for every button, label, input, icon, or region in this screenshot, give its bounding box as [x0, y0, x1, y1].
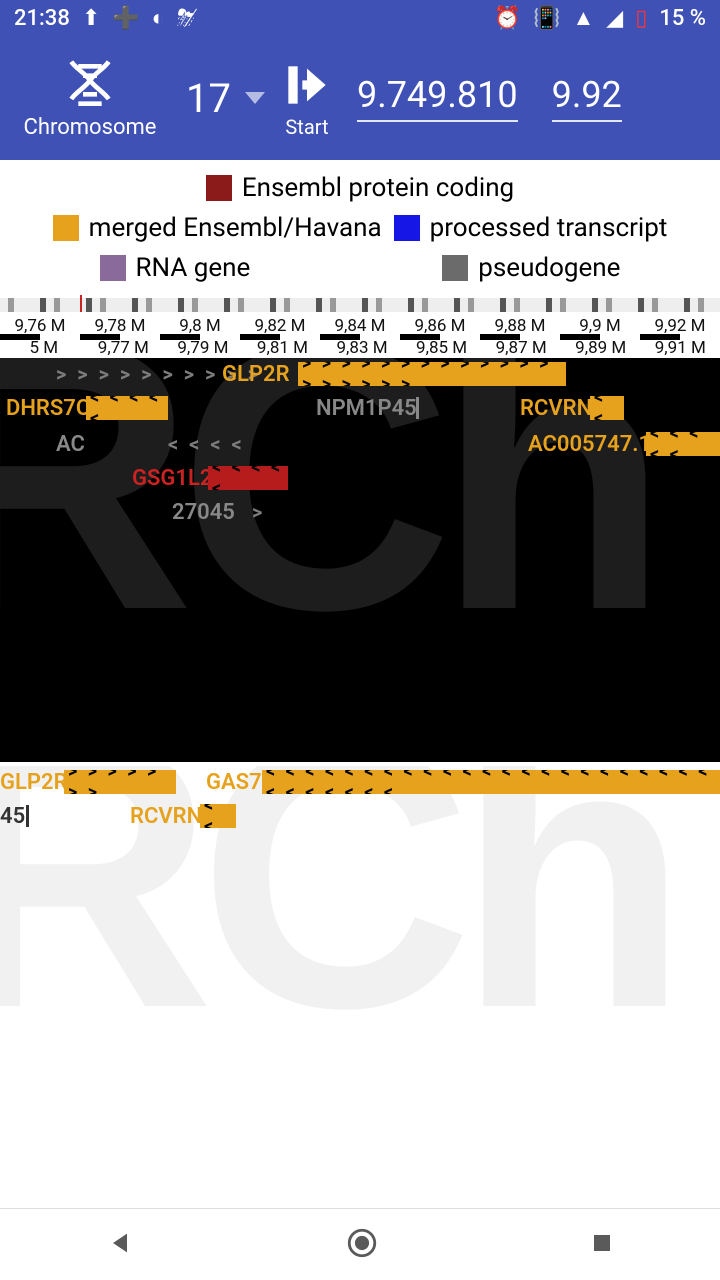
- gene-element[interactable]: < <: [200, 804, 236, 828]
- start-label: Start: [285, 115, 328, 139]
- gene-element[interactable]: < < < < < < < < < < < < < < < < < < < < …: [262, 770, 720, 794]
- no-cloud-icon: ⛈̸: [177, 6, 195, 31]
- gene-element[interactable]: 45: [0, 804, 25, 829]
- gene-element[interactable]: < < < < <: [208, 466, 288, 490]
- start-input[interactable]: 9.749.810: [357, 74, 518, 122]
- gene-element[interactable]: < <: [590, 396, 624, 420]
- gene-track-top[interactable]: RCh > > > > > > > > > >GLP2R> > > > > > …: [0, 358, 720, 762]
- battery-percent: 15 %: [659, 6, 706, 31]
- axis-tick: 9,91 M: [641, 338, 720, 358]
- firefox-icon: ◐: [152, 5, 165, 31]
- gene-element[interactable]: GAS7: [206, 770, 262, 795]
- chevron-down-icon: [245, 92, 265, 104]
- alarm-icon: ⏰: [494, 6, 521, 31]
- axis-tick: 9,76 M: [0, 316, 80, 336]
- chromosome-selector[interactable]: 17: [186, 75, 265, 122]
- axis-tick: 9,84 M: [320, 316, 400, 336]
- swatch-pseudo: [442, 255, 468, 281]
- axis-tick: 9,85 M: [402, 338, 482, 358]
- wifi-icon: ▲: [573, 5, 595, 31]
- swatch-processed: [394, 215, 420, 241]
- axis-tick: 9,92 M: [640, 316, 720, 336]
- app-bar: Chromosome 17 Start 9.749.810 9.92: [0, 36, 720, 160]
- gene-element[interactable]: 27045: [172, 500, 235, 525]
- axis-tick: 9,87 M: [481, 338, 561, 358]
- dna-icon: [62, 57, 118, 113]
- gene-element[interactable]: [416, 397, 419, 419]
- swatch-rna: [100, 255, 126, 281]
- gene-element[interactable]: GSG1L2: [132, 466, 212, 491]
- legend: Ensembl protein coding merged Ensembl/Ha…: [0, 160, 720, 296]
- gene-track-bottom[interactable]: RCh GLP2R> > > > > > >GAS7< < < < < < < …: [0, 766, 720, 1156]
- goto-start-icon[interactable]: [279, 57, 335, 113]
- gene-element[interactable]: NPM1P45: [316, 396, 417, 421]
- gene-element[interactable]: > > > > > > > > > > > > > > > > > > >: [298, 362, 566, 386]
- clock: 21:38: [14, 6, 70, 31]
- axis-tick: 9,9 M: [560, 316, 640, 336]
- gene-element[interactable]: < < < < <: [86, 396, 168, 420]
- gene-element[interactable]: GLP2R: [222, 362, 290, 387]
- vibrate-icon: 📳: [533, 6, 560, 31]
- chromosome-value: 17: [186, 75, 231, 122]
- upload-icon: ⬆: [82, 6, 100, 31]
- axis-tick: 9,81 M: [243, 338, 323, 358]
- axis-tick: 9,86 M: [400, 316, 480, 336]
- back-button[interactable]: [106, 1229, 134, 1261]
- axis-tick: 9,88 M: [480, 316, 560, 336]
- swatch-merged: [53, 215, 79, 241]
- gene-element[interactable]: < < < <: [168, 432, 245, 456]
- battery-icon: ▯: [635, 6, 647, 31]
- swatch-ensembl: [206, 175, 232, 201]
- axis-tick: 5 M: [4, 338, 84, 358]
- gene-element[interactable]: AC005747.1: [528, 432, 651, 457]
- signal-icon: ◢: [606, 6, 623, 31]
- axis-tick: 9,77 M: [84, 338, 164, 358]
- axis-tick: 9,89 M: [561, 338, 641, 358]
- end-input[interactable]: 9.92: [552, 74, 622, 122]
- home-button[interactable]: [345, 1226, 379, 1264]
- axis-tick: 9,78 M: [80, 316, 160, 336]
- gene-element[interactable]: [26, 805, 29, 827]
- gene-element[interactable]: AC: [56, 432, 85, 457]
- gene-element[interactable]: >: [252, 500, 265, 524]
- android-status-bar: 21:38 ⬆ ➕ ◐ ⛈̸ ⏰ 📳 ▲ ◢ ▯ 15 %: [0, 0, 720, 36]
- recents-button[interactable]: [590, 1231, 614, 1259]
- axis-tick: 9,82 M: [240, 316, 320, 336]
- gene-element[interactable]: RCVRN: [520, 396, 592, 421]
- axis-tick: 9,8 M: [160, 316, 240, 336]
- battery-plus-icon: ➕: [112, 6, 139, 31]
- gene-element[interactable]: > > > > > > >: [64, 770, 176, 794]
- android-navbar: [0, 1208, 720, 1280]
- gene-element[interactable]: DHRS7C: [6, 396, 90, 421]
- gene-element[interactable]: GLP2R: [0, 770, 68, 795]
- axis-tick: 9,83 M: [322, 338, 402, 358]
- chromosome-label: Chromosome: [24, 115, 157, 140]
- ideogram[interactable]: [0, 298, 720, 312]
- gene-element[interactable]: < < < < <: [646, 432, 720, 456]
- genome-axis[interactable]: 9,76 M9,78 M9,8 M9,82 M9,84 M9,86 M9,88 …: [0, 312, 720, 358]
- gene-element[interactable]: RCVRN: [130, 804, 202, 829]
- axis-tick: 9,79 M: [163, 338, 243, 358]
